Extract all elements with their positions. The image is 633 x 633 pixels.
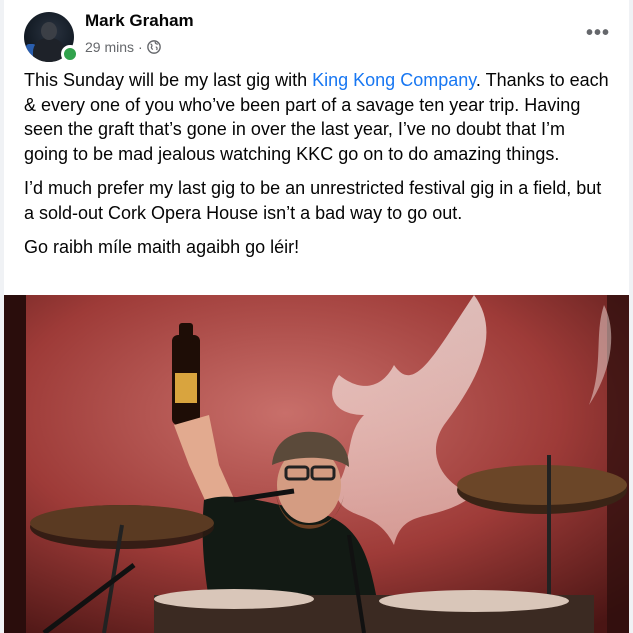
post-text: This Sunday will be my last gig with Kin… bbox=[4, 68, 629, 260]
meta-separator: · bbox=[138, 39, 143, 55]
more-options-icon[interactable]: ••• bbox=[583, 18, 613, 48]
online-status-icon bbox=[61, 45, 79, 63]
post-paragraph-2: I’d much prefer my last gig to be an unr… bbox=[24, 178, 602, 223]
page-link[interactable]: King Kong Company bbox=[312, 70, 476, 90]
post-card: Mark Graham 29 mins · ••• This Sunday wi… bbox=[4, 0, 629, 633]
author-name[interactable]: Mark Graham bbox=[85, 11, 194, 31]
post-paragraph-1: This Sunday will be my last gig with Kin… bbox=[24, 70, 609, 164]
post-photo[interactable] bbox=[4, 295, 629, 633]
post-time[interactable]: 29 mins bbox=[85, 39, 134, 55]
post-paragraph-3: Go raibh míle maith agaibh go léir! bbox=[24, 237, 300, 257]
post-header: Mark Graham 29 mins · ••• bbox=[4, 0, 629, 68]
globe-icon[interactable] bbox=[146, 40, 161, 54]
post-meta: 29 mins · bbox=[85, 39, 161, 55]
drummer-photo bbox=[4, 295, 629, 633]
